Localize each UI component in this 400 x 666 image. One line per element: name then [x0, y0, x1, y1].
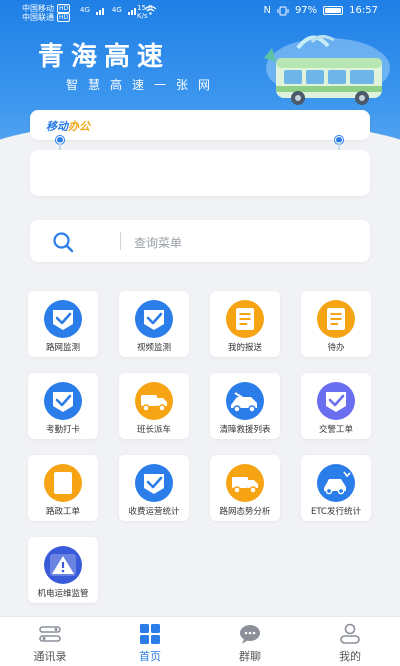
nav-contacts[interactable]: 通讯录	[20, 623, 80, 665]
office-label-office: 办公	[68, 120, 90, 133]
menu-item[interactable]: 班长派车	[119, 373, 189, 439]
carrier-info: 中国移动 HD 中国联通 HD	[22, 4, 71, 22]
menu-item[interactable]: 待办	[301, 291, 371, 357]
nav-group-chat-label: 群聊	[239, 650, 261, 663]
menu-item[interactable]: 清障救援列表	[210, 373, 280, 439]
nav-contacts-label: 通讯录	[33, 650, 67, 663]
menu-item-label: 待办	[327, 343, 345, 353]
document-icon	[317, 300, 355, 338]
check-shield-icon	[44, 382, 82, 420]
net-2-label: 4G	[111, 6, 122, 14]
carrier-2: 中国联通	[22, 13, 54, 22]
status-bar: 中国移动 HD 中国联通 HD 4G 4G 15.6 K/s N 97% 16:57	[0, 0, 400, 24]
menu-item-label: 路政工单	[45, 507, 80, 517]
speed-value: 15.6	[137, 4, 153, 12]
check-shield-icon	[135, 300, 173, 338]
network-speed: 15.6 K/s	[137, 4, 153, 20]
carrier-2-tag: HD	[57, 13, 71, 22]
menu-item[interactable]: 交警工单	[301, 373, 371, 439]
net-1-label: 4G	[80, 6, 90, 14]
document-icon	[226, 300, 264, 338]
search-bar[interactable]: 查询菜单	[30, 220, 370, 262]
search-separator	[120, 232, 121, 250]
clock: 16:57	[349, 5, 378, 16]
contacts-icon	[39, 626, 61, 642]
nav-profile[interactable]: 我的	[320, 623, 380, 665]
menu-item-label: 视频监测	[136, 343, 171, 353]
menu-item[interactable]: 视频监测	[119, 291, 189, 357]
warning-icon	[44, 546, 82, 584]
search-icon[interactable]	[52, 231, 74, 253]
check-shield-icon	[317, 382, 355, 420]
menu-item-label: 交警工单	[318, 425, 353, 435]
truck-icon	[226, 464, 264, 502]
truck-icon	[135, 382, 173, 420]
menu-item[interactable]: ETC发行统计	[301, 455, 371, 521]
bus-illustration	[264, 35, 390, 105]
car-crash-icon	[317, 464, 355, 502]
check-shield-icon	[135, 464, 173, 502]
app-subtitle: 智慧高速一张网	[66, 78, 221, 92]
vibrate-icon	[277, 6, 289, 15]
menu-item-label: 收费运营统计	[128, 507, 180, 517]
nfc-icon: N	[263, 5, 271, 16]
menu-item[interactable]: 考勤打卡	[28, 373, 98, 439]
speed-unit: K/s	[137, 12, 148, 20]
nav-home[interactable]: 首页	[120, 623, 180, 665]
search-input[interactable]: 查询菜单	[134, 234, 182, 251]
nav-profile-label: 我的	[339, 650, 361, 663]
menu-item-label: 班长派车	[136, 425, 171, 435]
office-card-header[interactable]: 移动办公	[30, 110, 370, 140]
office-card-label: 移动办公	[46, 118, 90, 134]
nav-home-label: 首页	[139, 650, 161, 663]
menu-item-label: ETC发行统计	[310, 507, 361, 517]
menu-item-label: 路网监测	[45, 343, 80, 353]
menu-item[interactable]: 收费运营统计	[119, 455, 189, 521]
menu-item[interactable]: 路政工单	[28, 455, 98, 521]
carrier-1-tag: HD	[57, 4, 71, 13]
bottom-nav: 通讯录 首页 群聊 我的	[0, 616, 400, 666]
menu-item-label: 机电运维监管	[37, 589, 89, 599]
status-right: N 97% 16:57	[263, 5, 378, 16]
menu-item-label: 我的报送	[227, 343, 262, 353]
battery-fill	[325, 8, 341, 13]
battery-percent: 97%	[294, 5, 318, 16]
nav-group-chat[interactable]: 群聊	[220, 623, 280, 665]
menu-item-label: 清障救援列表	[219, 425, 271, 435]
user-icon	[340, 623, 360, 644]
office-label-mobile: 移动	[46, 120, 68, 133]
menu-item-label: 路网态势分析	[219, 507, 271, 517]
home-grid-icon	[140, 624, 160, 644]
chat-icon	[240, 625, 260, 644]
menu-item-label: 考勤打卡	[45, 425, 80, 435]
tow-truck-icon	[226, 382, 264, 420]
battery-icon	[323, 6, 344, 15]
menu-item[interactable]: 路网监测	[28, 291, 98, 357]
signal-icon	[95, 7, 104, 15]
menu-item[interactable]: 我的报送	[210, 291, 280, 357]
check-shield-icon	[44, 300, 82, 338]
office-card-body	[30, 150, 370, 196]
carrier-1: 中国移动	[22, 4, 54, 13]
menu-item[interactable]: 机电运维监管	[28, 537, 98, 603]
menu-item[interactable]: 路网态势分析	[210, 455, 280, 521]
blank-doc-icon	[44, 464, 82, 502]
app-title: 青海高速	[38, 42, 171, 72]
